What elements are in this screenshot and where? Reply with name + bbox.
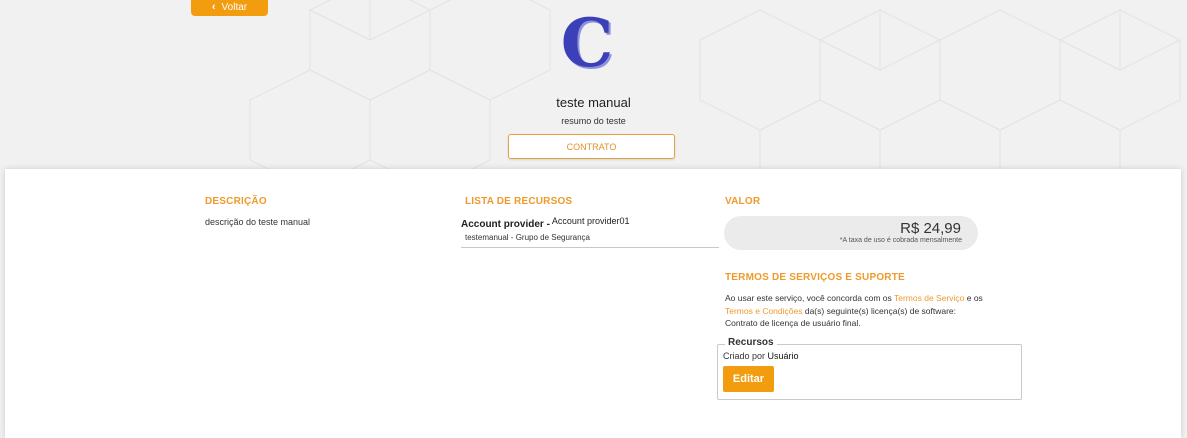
resource-provider-value: Account provider01 bbox=[551, 216, 630, 226]
price-box: R$ 24,99 *A taxa de uso é cobrada mensal… bbox=[724, 216, 978, 250]
price-note: *A taxa de uso é cobrada mensalmente bbox=[839, 237, 962, 244]
created-by-label: Criado por bbox=[723, 351, 766, 361]
value-heading: VALOR bbox=[725, 196, 761, 207]
terms-text-1: Ao usar este serviço, você concorda com … bbox=[725, 293, 894, 303]
price-value: R$ 24,99 bbox=[900, 220, 961, 237]
created-by: Criado por Usuário bbox=[723, 351, 799, 361]
description-heading: DESCRIÇÃO bbox=[205, 196, 267, 207]
resource-provider: Account provider - Account provider01 bbox=[461, 216, 630, 230]
contract-button[interactable]: CONTRATO bbox=[508, 134, 675, 159]
back-button-label: Voltar bbox=[221, 1, 248, 13]
description-text: descrição do teste manual bbox=[205, 217, 311, 227]
resources-heading: LISTA DE RECURSOS bbox=[465, 196, 573, 207]
terms-of-service-link[interactable]: Termos de Serviço bbox=[894, 293, 964, 303]
resource-detail: testemanual - Grupo de Segurança bbox=[465, 233, 590, 242]
terms-and-conditions-link[interactable]: Termos e Condições bbox=[725, 306, 802, 316]
back-button[interactable]: ‹ Voltar bbox=[191, 0, 268, 16]
product-title: teste manual bbox=[556, 95, 631, 110]
c-letter-logo-icon: C C bbox=[561, 10, 616, 80]
svg-text:C: C bbox=[561, 10, 614, 80]
resources-fieldset-legend: Recursos bbox=[725, 337, 777, 348]
terms-heading: TERMOS DE SERVIÇOS E SUPORTE bbox=[725, 272, 905, 283]
resource-provider-label: Account provider - bbox=[461, 219, 550, 230]
product-summary: resumo do teste bbox=[561, 116, 626, 126]
edit-button[interactable]: Editar bbox=[723, 366, 774, 392]
chevron-left-icon: ‹ bbox=[211, 0, 216, 13]
resource-divider bbox=[461, 247, 719, 248]
created-by-value: Usuário bbox=[767, 351, 799, 361]
terms-text: Ao usar este serviço, você concorda com … bbox=[725, 292, 985, 330]
terms-text-2: e os bbox=[964, 293, 983, 303]
